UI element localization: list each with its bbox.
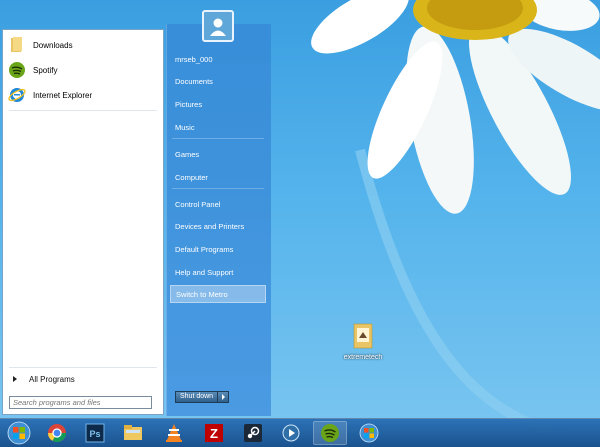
taskbar-vlc[interactable]	[157, 421, 191, 445]
pinned-item-label: Downloads	[33, 40, 73, 50]
pinned-item-label: Spotify	[33, 65, 58, 75]
pinned-item-spotify[interactable]: Spotify	[7, 59, 157, 81]
filezilla-icon: Z	[205, 424, 223, 442]
right-item-default-programs[interactable]: Default Programs	[170, 240, 266, 258]
right-item-games[interactable]: Games	[170, 145, 266, 163]
chrome-icon	[48, 424, 66, 443]
svg-text:Z: Z	[210, 426, 218, 441]
all-programs-link[interactable]: All Programs	[9, 372, 159, 386]
taskbar-filezilla[interactable]: Z	[197, 421, 231, 445]
shutdown-control: Shut down	[175, 391, 230, 403]
start-orb-icon	[359, 423, 379, 443]
divider	[172, 138, 264, 139]
divider	[9, 367, 157, 368]
ie-icon	[7, 85, 27, 105]
user-icon	[210, 18, 226, 36]
taskbar-file-explorer[interactable]	[116, 421, 150, 445]
taskbar-photoshop[interactable]: Ps	[78, 421, 112, 445]
folder-icon	[353, 323, 373, 349]
spotify-icon	[321, 424, 339, 442]
daisy-flower	[311, 0, 600, 445]
right-item-control-panel[interactable]: Control Panel	[170, 195, 266, 213]
right-item-help-and-support[interactable]: Help and Support	[170, 263, 266, 281]
search-input[interactable]	[9, 396, 152, 409]
pinned-item-internet-explorer[interactable]: Internet Explorer	[7, 84, 157, 106]
start-menu: Downloads Spotify Internet Explorer All …	[0, 10, 271, 416]
right-item-computer[interactable]: Computer	[170, 168, 266, 186]
desktop-icon-extremetech[interactable]: extremetech	[338, 322, 388, 361]
shutdown-button[interactable]: Shut down	[175, 391, 219, 403]
arrow-right-icon	[221, 394, 225, 400]
right-item-devices-and-printers[interactable]: Devices and Printers	[170, 217, 266, 235]
arrow-right-icon	[13, 376, 17, 382]
divider	[9, 110, 157, 111]
user-avatar[interactable]	[202, 10, 234, 42]
start-menu-left-pane: Downloads Spotify Internet Explorer All …	[2, 29, 164, 415]
steam-icon	[244, 424, 262, 442]
desktop-icon-label: extremetech	[343, 354, 383, 361]
taskbar-steam[interactable]	[236, 421, 270, 445]
shutdown-options-button[interactable]	[218, 391, 230, 403]
explorer-icon	[124, 425, 142, 440]
taskbar-windows[interactable]	[352, 421, 386, 445]
media-player-icon	[282, 424, 300, 442]
user-name-link[interactable]: mrseb_000	[170, 50, 266, 68]
all-programs-label: All Programs	[29, 374, 75, 384]
start-menu-right-pane: mrseb_000 Documents Pictures Music Games…	[166, 10, 271, 416]
right-item-pictures[interactable]: Pictures	[170, 95, 266, 113]
start-button[interactable]	[2, 421, 36, 445]
divider	[172, 188, 264, 189]
right-item-switch-to-metro[interactable]: Switch to Metro	[170, 285, 266, 303]
vlc-icon	[166, 424, 182, 442]
taskbar-chrome[interactable]	[40, 421, 74, 445]
right-item-music[interactable]: Music	[170, 118, 266, 136]
taskbar-spotify[interactable]	[313, 421, 347, 445]
right-item-documents[interactable]: Documents	[170, 72, 266, 90]
folder-icon	[7, 35, 27, 55]
taskbar-media-player[interactable]	[274, 421, 308, 445]
pinned-item-downloads[interactable]: Downloads	[7, 34, 157, 56]
spotify-icon	[7, 60, 27, 80]
svg-text:Ps: Ps	[89, 429, 100, 439]
pinned-item-label: Internet Explorer	[33, 90, 93, 100]
taskbar: Ps Z	[0, 418, 600, 447]
photoshop-icon: Ps	[85, 423, 105, 443]
start-orb-icon	[7, 421, 31, 445]
